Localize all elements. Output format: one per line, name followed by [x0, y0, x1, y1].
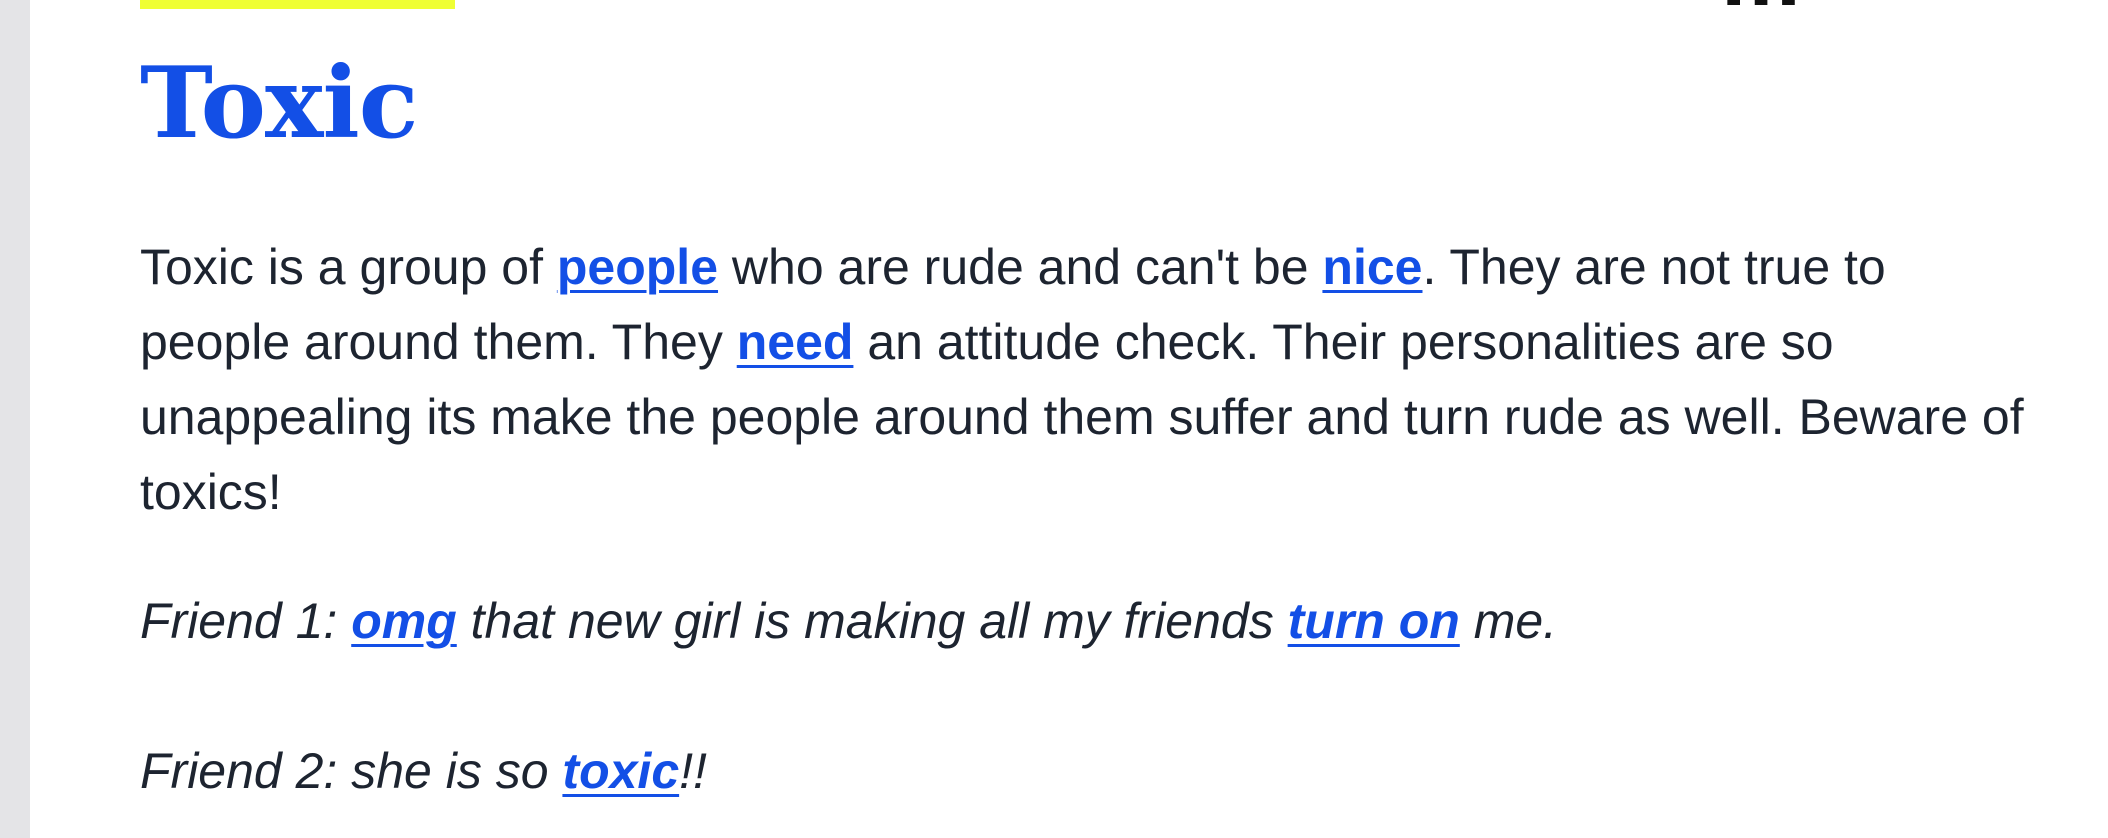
link-nice[interactable]: nice: [1322, 239, 1422, 295]
example-text: Friend 2: she is so: [140, 743, 563, 799]
link-turn-on[interactable]: turn on: [1288, 593, 1460, 649]
example-text: !!: [679, 743, 707, 799]
left-rail: [0, 0, 30, 838]
example-text: that new girl is making all my friends: [456, 593, 1288, 649]
example-text: me.: [1459, 593, 1558, 649]
example-text: Friend 1:: [140, 593, 352, 649]
accent-bar: [140, 0, 455, 9]
link-need[interactable]: need: [737, 314, 854, 370]
definition-text: Toxic is a group of: [140, 239, 557, 295]
word-title[interactable]: Toxic: [140, 44, 418, 164]
link-toxic[interactable]: toxic: [562, 743, 679, 799]
example-line-2: Friend 2: she is so toxic!!: [140, 734, 2040, 809]
link-omg[interactable]: omg: [351, 593, 457, 649]
cropped-header-text: ...: [1720, 0, 1802, 22]
link-people[interactable]: people: [557, 239, 718, 295]
example-line-1: Friend 1: omg that new girl is making al…: [140, 584, 2040, 659]
definition-text: who are rude and can't be: [718, 239, 1323, 295]
definition: Toxic is a group of people who are rude …: [140, 230, 2040, 530]
